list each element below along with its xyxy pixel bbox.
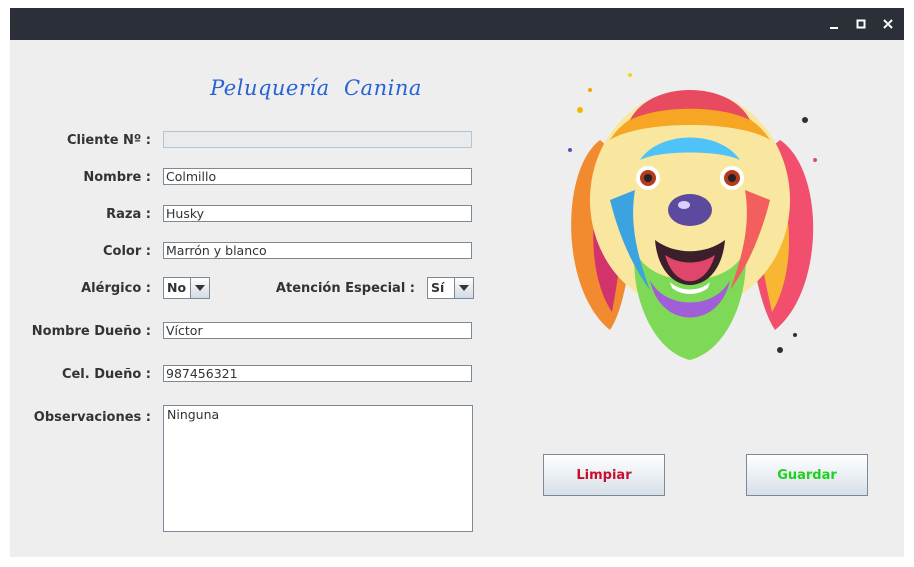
alergico-label: Alérgico : xyxy=(81,281,151,296)
dog-illustration xyxy=(568,73,817,360)
dueno-label: Nombre Dueño : xyxy=(31,324,151,339)
chevron-down-icon[interactable] xyxy=(190,278,209,298)
alergico-value: No xyxy=(167,280,187,295)
page-title: Peluquería Canina xyxy=(210,76,422,100)
app-window: Peluquería Canina Cliente Nº : Nombre : … xyxy=(10,8,904,557)
alergico-select[interactable]: No xyxy=(163,277,210,299)
cliente-field xyxy=(163,131,472,148)
nombre-label: Nombre : xyxy=(83,170,151,185)
form-panel: Peluquería Canina Cliente Nº : Nombre : … xyxy=(10,40,904,557)
limpiar-button[interactable]: Limpiar xyxy=(543,454,665,496)
cliente-label: Cliente Nº : xyxy=(66,133,151,148)
observaciones-textarea[interactable]: Ninguna xyxy=(163,405,473,532)
close-icon[interactable] xyxy=(878,14,898,34)
celular-label: Cel. Dueño : xyxy=(61,367,151,382)
atencion-select[interactable]: Sí xyxy=(427,277,474,299)
dueno-field[interactable]: Víctor xyxy=(163,322,472,339)
atencion-label: Atención Especial : xyxy=(275,281,415,296)
color-label: Color : xyxy=(103,244,151,259)
nombre-field[interactable]: Colmillo xyxy=(163,168,472,185)
observaciones-label: Observaciones : xyxy=(33,410,151,425)
guardar-button[interactable]: Guardar xyxy=(746,454,868,496)
celular-field[interactable]: 987456321 xyxy=(163,365,472,382)
maximize-icon[interactable] xyxy=(851,14,871,34)
atencion-value: Sí xyxy=(431,280,445,295)
raza-label: Raza : xyxy=(106,207,151,222)
title-bar xyxy=(10,8,904,40)
color-field[interactable]: Marrón y blanco xyxy=(163,242,472,259)
minimize-icon[interactable] xyxy=(824,14,844,34)
raza-field[interactable]: Husky xyxy=(163,205,472,222)
chevron-down-icon[interactable] xyxy=(454,278,473,298)
